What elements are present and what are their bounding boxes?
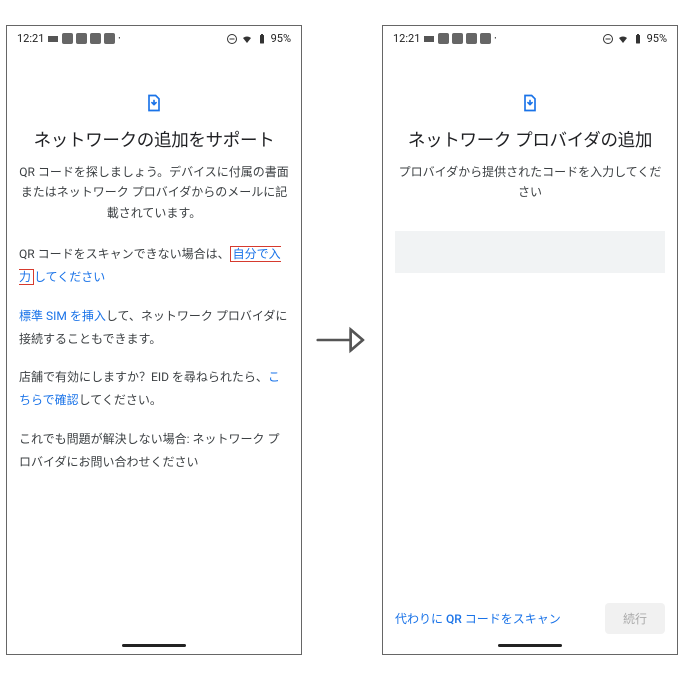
status-left: 12:21 •	[17, 32, 120, 45]
page-title: ネットワークの追加をサポート	[19, 127, 289, 152]
phone-screen-left: 12:21 • 95% ネットワークの追加をサポート QR コードを探しましょう…	[6, 25, 302, 655]
battery-percent: 95%	[271, 32, 291, 45]
paragraph-eid: 店舗で有効にしますか？EID を尋ねられたら、こちらで確認してください。	[19, 366, 289, 412]
battery-percent: 95%	[647, 32, 667, 45]
wifi-icon	[241, 33, 253, 45]
bottom-bar: 代わりに QR コードをスキャン 続行	[383, 593, 677, 644]
paragraph-insert-sim: 標準 SIM を挿入して、ネットワーク プロバイダに接続することもできます。	[19, 305, 289, 351]
phone-screen-right: 12:21 • 95% ネットワーク プロバイダの追加 プロバイダから提供された…	[382, 25, 678, 655]
status-right: 95%	[226, 32, 291, 45]
scan-qr-link[interactable]: 代わりに QR コードをスキャン	[395, 610, 561, 627]
insert-sim-link[interactable]: 標準 SIM を挿入	[19, 309, 106, 323]
notif-icon	[438, 33, 449, 44]
dot: •	[494, 35, 496, 42]
clock: 12:21	[393, 32, 420, 45]
home-indicator[interactable]	[7, 644, 301, 654]
content-right: ネットワーク プロバイダの追加 プロバイダから提供されたコードを入力してください	[383, 49, 677, 593]
dot: •	[118, 35, 120, 42]
text: QR コードをスキャンできない場合は、	[19, 247, 230, 261]
dnd-icon	[226, 33, 238, 45]
notif-icon	[90, 33, 101, 44]
page-subtitle: QR コードを探しましょう。デバイスに付属の書面またはネットワーク プロバイダか…	[19, 162, 289, 223]
text: 店舗で有効にしますか？EID を尋ねられたら、	[19, 370, 268, 384]
status-bar: 12:21 • 95%	[7, 26, 301, 49]
status-bar: 12:21 • 95%	[383, 26, 677, 49]
code-input[interactable]	[395, 231, 665, 273]
notif-icon	[466, 33, 477, 44]
page-subtitle: プロバイダから提供されたコードを入力してください	[395, 162, 665, 203]
page-title: ネットワーク プロバイダの追加	[395, 127, 665, 152]
wifi-icon	[617, 33, 629, 45]
continue-button[interactable]: 続行	[605, 603, 665, 634]
sim-download-icon	[19, 93, 289, 113]
paragraph-contact-provider: これでも問題が解決しない場合: ネットワーク プロバイダにお問い合わせください	[19, 428, 289, 474]
notif-icon	[76, 33, 87, 44]
content-left: ネットワークの追加をサポート QR コードを探しましょう。デバイスに付属の書面ま…	[7, 49, 301, 644]
text: してください	[34, 270, 105, 284]
text: してください。	[79, 393, 162, 407]
gmail-icon	[47, 33, 59, 45]
clock: 12:21	[17, 32, 44, 45]
notif-icon	[480, 33, 491, 44]
battery-icon	[256, 33, 268, 45]
transition-arrow-icon	[302, 320, 382, 360]
dnd-icon	[602, 33, 614, 45]
paragraph-manual-entry: QR コードをスキャンできない場合は、自分で入力してください	[19, 243, 289, 289]
status-left: 12:21 •	[393, 32, 496, 45]
sim-download-icon	[395, 93, 665, 113]
notif-icon	[104, 33, 115, 44]
status-right: 95%	[602, 32, 667, 45]
battery-icon	[632, 33, 644, 45]
notif-icon	[62, 33, 73, 44]
home-indicator[interactable]	[383, 644, 677, 654]
gmail-icon	[423, 33, 435, 45]
notif-icon	[452, 33, 463, 44]
